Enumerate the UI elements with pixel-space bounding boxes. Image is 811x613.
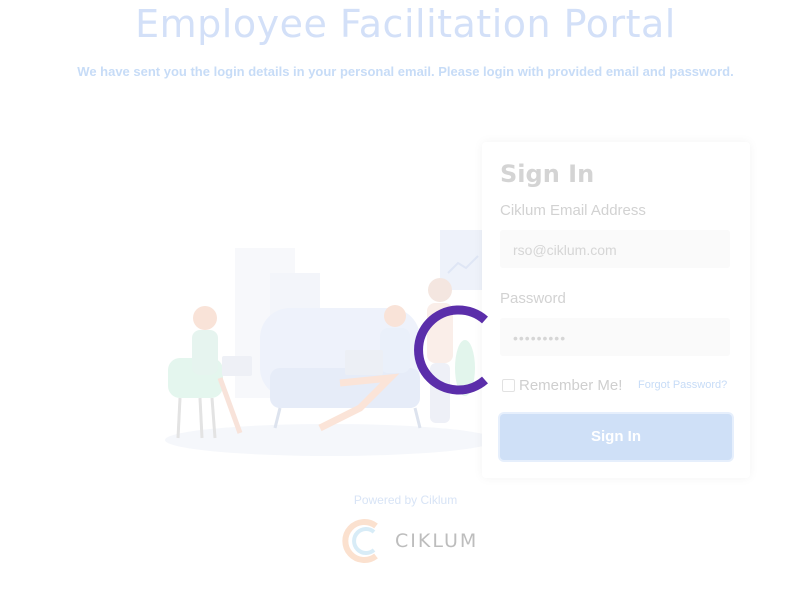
laptop <box>222 356 252 376</box>
signin-card: Sign In Ciklum Email Address rso@ciklum.… <box>482 142 750 478</box>
sign-in-button[interactable]: Sign In <box>500 414 732 460</box>
password-label: Password <box>500 290 566 307</box>
chair-leg <box>198 397 204 439</box>
chair-leg <box>176 397 182 439</box>
password-field[interactable]: ••••••••• <box>500 318 730 356</box>
login-info-message: We have sent you the login details in yo… <box>77 64 734 79</box>
forgot-password-link[interactable]: Forgot Password? <box>638 379 727 391</box>
powered-by-text: Powered by Ciklum <box>353 493 458 507</box>
person-body <box>192 330 218 375</box>
person-head <box>428 278 452 302</box>
sofa-leg <box>413 407 422 429</box>
ciklum-logo-icon <box>342 519 378 563</box>
email-label: Ciklum Email Address <box>500 202 646 219</box>
laptop <box>345 350 383 375</box>
person-head <box>193 306 217 330</box>
remember-me-label: Remember Me! <box>519 377 623 394</box>
remember-me-checkbox[interactable] <box>502 379 515 392</box>
loading-spinner-icon <box>414 305 488 395</box>
signin-title: Sign In <box>500 160 595 188</box>
page-title: Employee Facilitation Portal <box>135 2 676 46</box>
ciklum-logo-text: CIKLUM <box>395 530 479 552</box>
email-field[interactable]: rso@ciklum.com <box>500 230 730 268</box>
